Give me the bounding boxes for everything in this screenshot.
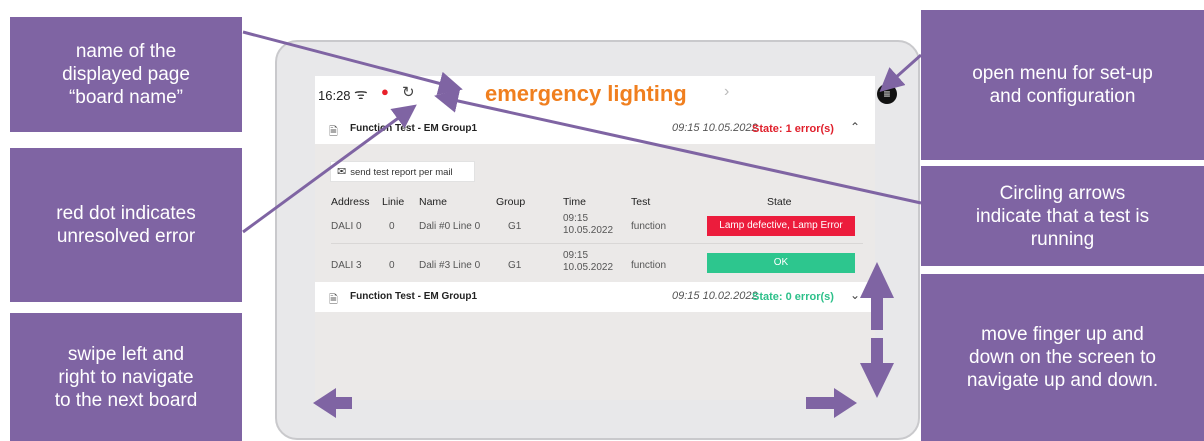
swipe-right-arrow: [806, 388, 857, 418]
swipe-left-arrow: [313, 388, 352, 418]
pointer-red-dot: [242, 104, 417, 234]
pointer-menu: [879, 53, 922, 92]
annotation-arrows: [242, 30, 922, 418]
pointer-circling: [434, 89, 922, 205]
pointer-board-name: [242, 30, 463, 96]
scroll-down-arrow: [860, 338, 894, 398]
scroll-up-arrow: [860, 262, 894, 330]
